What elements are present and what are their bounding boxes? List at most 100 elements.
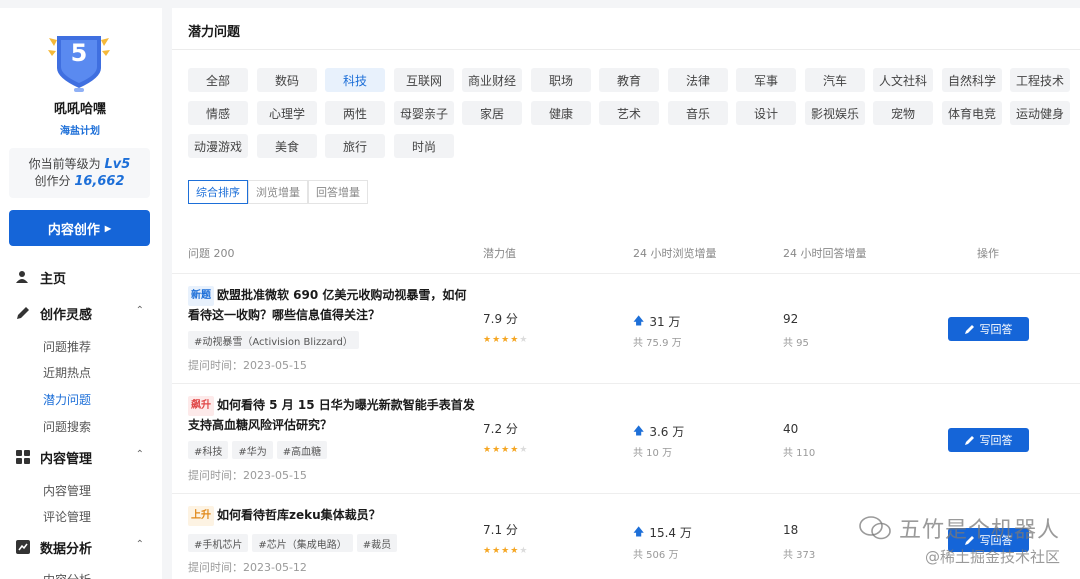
nav-inspiration[interactable]: 创作灵感 ⌃ xyxy=(0,301,162,325)
arrow-up-icon: 🡅 xyxy=(633,424,645,437)
views-increment: 🡅 15.4 万 xyxy=(633,523,692,542)
username: 吼吼哈嘿 xyxy=(53,102,106,117)
badge-rising: 上升 xyxy=(188,506,214,526)
category-tag[interactable]: 音乐 xyxy=(668,101,728,125)
answers-total: 共 373 xyxy=(783,550,816,561)
category-tag[interactable]: 工程技术 xyxy=(1010,68,1070,92)
category-tag[interactable]: 法律 xyxy=(668,68,728,92)
views-value: 31 万 xyxy=(649,315,681,329)
category-tag[interactable]: 两性 xyxy=(325,101,385,125)
nav-inspiration-label: 创作灵感 xyxy=(40,307,93,323)
star-icon: ★ xyxy=(492,445,501,455)
question-title[interactable]: 上升 如何看待哲库zeku集体裁员？ xyxy=(188,506,478,526)
level-number: 5 xyxy=(70,39,88,67)
category-tag[interactable]: 运动健身 xyxy=(1010,101,1070,125)
create-content-button[interactable]: 内容创作 ▶ xyxy=(9,210,150,246)
nav-sub-hot[interactable]: 近期热点 xyxy=(43,364,91,381)
category-tag[interactable]: 商业财经 xyxy=(462,68,522,92)
category-tag[interactable]: 军事 xyxy=(736,68,796,92)
category-tag[interactable]: 宠物 xyxy=(873,101,933,125)
topic-tag[interactable]: #动视暴雪（Activision Blizzard） xyxy=(188,331,359,349)
category-tag[interactable]: 设计 xyxy=(736,101,796,125)
views-value: 15.4 万 xyxy=(649,526,692,540)
category-tag[interactable]: 艺术 xyxy=(599,101,659,125)
question-tags: #动视暴雪（Activision Blizzard） xyxy=(188,331,359,349)
views-total: 共 75.9 万 xyxy=(633,338,682,349)
category-tag[interactable]: 全部 xyxy=(188,68,248,92)
category-tag[interactable]: 教育 xyxy=(599,68,659,92)
category-tag[interactable]: 动漫游戏 xyxy=(188,134,248,158)
category-tag[interactable]: 自然科学 xyxy=(942,68,1002,92)
nav-sub-content-manage[interactable]: 内容管理 xyxy=(43,482,91,499)
nav-sub-comment-manage[interactable]: 评论管理 xyxy=(43,508,91,525)
category-tag[interactable]: 时尚 xyxy=(394,134,454,158)
category-tag[interactable]: 互联网 xyxy=(394,68,454,92)
category-tag[interactable]: 心理学 xyxy=(257,101,317,125)
views-increment: 🡅 31 万 xyxy=(633,312,680,331)
category-tag[interactable]: 美食 xyxy=(257,134,317,158)
write-answer-label: 写回答 xyxy=(979,535,1013,547)
pen-icon xyxy=(16,306,30,320)
level-badge-icon: 5 xyxy=(48,26,110,98)
chevron-up-icon[interactable]: ⌃ xyxy=(136,449,144,460)
nav-sub-search[interactable]: 问题搜索 xyxy=(43,418,91,435)
write-answer-button[interactable]: 写回答 xyxy=(948,317,1029,341)
topic-tag[interactable]: #手机芯片 xyxy=(188,534,249,552)
question-title-text: 如何看待哲库zeku集体裁员？ xyxy=(217,508,381,522)
potential-value: 7.1 分 xyxy=(483,523,518,537)
pen-icon xyxy=(964,535,975,545)
sort-tab-answers[interactable]: 回答增量 xyxy=(308,180,368,204)
category-tag[interactable]: 人文社科 xyxy=(873,68,933,92)
chevron-up-icon[interactable]: ⌃ xyxy=(136,539,144,550)
category-tag[interactable]: 旅行 xyxy=(325,134,385,158)
topic-tag[interactable]: #华为 xyxy=(232,441,273,459)
user-icon xyxy=(16,270,30,284)
write-answer-button[interactable]: 写回答 xyxy=(948,428,1029,452)
topic-tag[interactable]: #芯片（集成电路） xyxy=(252,534,353,552)
category-tag[interactable]: 体育电竞 xyxy=(942,101,1002,125)
table-header-potential[interactable]: 潜力值 xyxy=(483,245,516,261)
chevron-up-icon[interactable]: ⌃ xyxy=(136,305,144,316)
badge-new: 新题 xyxy=(188,286,214,306)
nav-analytics-label: 数据分析 xyxy=(40,541,93,557)
nav-sub-content-analysis[interactable]: 内容分析 xyxy=(43,571,91,579)
category-tag[interactable]: 汽车 xyxy=(805,68,865,92)
category-tag[interactable]: 母婴亲子 xyxy=(394,101,454,125)
write-answer-button[interactable]: 写回答 xyxy=(948,528,1029,552)
sort-tab-overall[interactable]: 综合排序 xyxy=(188,180,248,204)
nav-content[interactable]: 内容管理 ⌃ xyxy=(0,445,162,469)
star-icon: ★ xyxy=(519,546,528,556)
score-value: 16,662 xyxy=(74,174,125,189)
table-header-answers[interactable]: 24 小时回答增量 xyxy=(783,245,867,261)
nav-sub-potential[interactable]: 潜力问题 xyxy=(43,391,91,408)
answers-increment: 92 xyxy=(783,312,799,326)
topic-tag[interactable]: #科技 xyxy=(188,441,229,459)
nav-home-label: 主页 xyxy=(40,271,67,287)
category-tag[interactable]: 影视娱乐 xyxy=(805,101,865,125)
star-icon: ★ xyxy=(510,546,519,556)
topic-tag[interactable]: #高血糖 xyxy=(276,441,328,459)
table-header-views[interactable]: 24 小时浏览增量 xyxy=(633,245,717,261)
topic-tag[interactable]: #裁员 xyxy=(356,534,398,552)
star-icon: ★ xyxy=(501,445,510,455)
nav-sub-recommend[interactable]: 问题推荐 xyxy=(43,338,91,355)
category-tag[interactable]: 数码 xyxy=(257,68,317,92)
nav-home[interactable]: 主页 xyxy=(0,265,162,289)
level-info-box: 你当前等级为 Lv5 创作分 16,662 xyxy=(9,148,150,198)
sort-tab-views[interactable]: 浏览增量 xyxy=(248,180,308,204)
category-tag-active[interactable]: 科技 xyxy=(325,68,385,92)
plan-label[interactable]: 海盐计划 xyxy=(0,122,160,137)
star-icon: ★ xyxy=(483,445,492,455)
nav-analytics[interactable]: 数据分析 ⌃ xyxy=(0,535,162,559)
star-icon: ★ xyxy=(501,546,510,556)
category-tag[interactable]: 健康 xyxy=(531,101,591,125)
category-tag[interactable]: 家居 xyxy=(462,101,522,125)
category-tag[interactable]: 职场 xyxy=(531,68,591,92)
category-tag[interactable]: 情感 xyxy=(188,101,248,125)
divider xyxy=(172,49,1080,50)
star-rating: ★ ★ ★ ★ ★ xyxy=(483,445,527,455)
question-title[interactable]: 新题 欧盟批准微软 690 亿美元收购动视暴雪，如何看待这一收购？哪些信息值得关注… xyxy=(188,286,478,324)
question-title-text: 欧盟批准微软 690 亿美元收购动视暴雪，如何看待这一收购？哪些信息值得关注？ xyxy=(188,288,467,322)
question-title[interactable]: 飙升 如何看待 5 月 15 日华为曝光新款智能手表首发支持高血糖风险评估研究？ xyxy=(188,396,478,434)
arrow-up-icon: 🡅 xyxy=(633,525,645,538)
